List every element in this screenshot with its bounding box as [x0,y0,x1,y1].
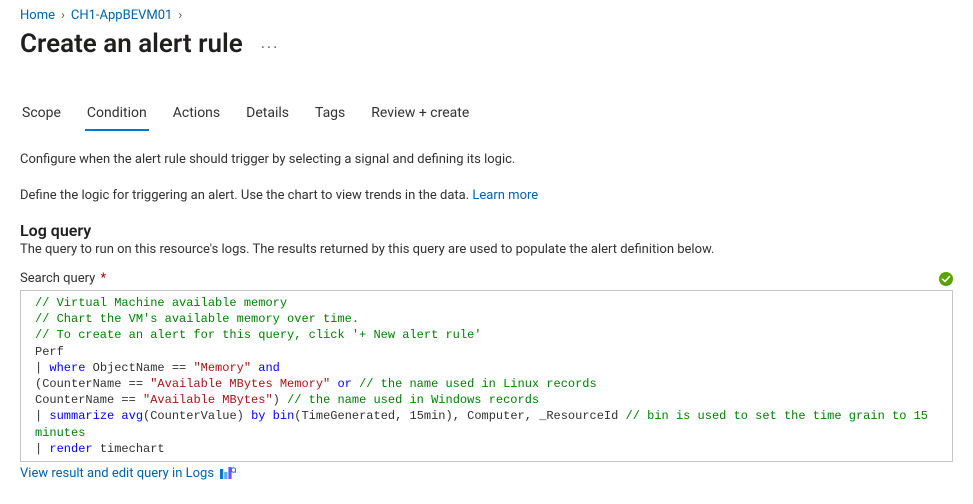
tab-condition[interactable]: Condition [85,99,149,131]
breadcrumb: Home › CH1-AppBEVM01 › [20,8,953,23]
code-line: Perf [35,344,944,360]
code-line: | render timechart [35,441,944,457]
intro-line-1: Configure when the alert rule should tri… [20,150,953,170]
code-line: // Chart the VM's available memory over … [35,311,944,327]
intro-line-2-text: Define the logic for triggering an alert… [20,188,472,203]
title-row: Create an alert rule ··· [20,29,953,59]
tab-review-create[interactable]: Review + create [369,99,471,131]
tab-details[interactable]: Details [244,99,291,131]
code-line: | where ObjectName == "Memory" and [35,360,944,376]
breadcrumb-resource[interactable]: CH1-AppBEVM01 [71,8,172,23]
tab-scope[interactable]: Scope [20,99,63,131]
section-heading-log-query: Log query [20,221,953,240]
breadcrumb-separator: › [178,8,182,23]
search-query-label: Search query [20,271,95,286]
learn-more-link[interactable]: Learn more [472,188,538,203]
required-marker: * [101,271,107,286]
code-line: CounterName == "Available MBytes") // th… [35,392,944,408]
search-query-editor[interactable]: // Virtual Machine available memory// Ch… [20,290,953,462]
validation-success-icon [939,272,953,286]
code-line: // Virtual Machine available memory [35,295,944,311]
code-line: minutes [35,425,944,441]
tab-tags[interactable]: Tags [313,99,347,131]
code-line: (CounterName == "Available MBytes Memory… [35,376,944,392]
code-line: | summarize avg(CounterValue) by bin(Tim… [35,408,944,424]
more-actions-button[interactable]: ··· [257,40,284,56]
view-edit-in-logs-link[interactable]: View result and edit query in Logs [20,466,214,481]
code-line: // To create an alert for this query, cl… [35,327,944,343]
tab-actions[interactable]: Actions [171,99,222,131]
breadcrumb-home[interactable]: Home [20,8,55,23]
logs-icon [220,467,234,479]
intro-line-2: Define the logic for triggering an alert… [20,186,953,206]
section-description: The query to run on this resource's logs… [20,242,953,257]
tabs: Scope Condition Actions Details Tags Rev… [20,99,953,132]
page-title: Create an alert rule [20,29,243,59]
breadcrumb-separator: › [61,8,65,23]
